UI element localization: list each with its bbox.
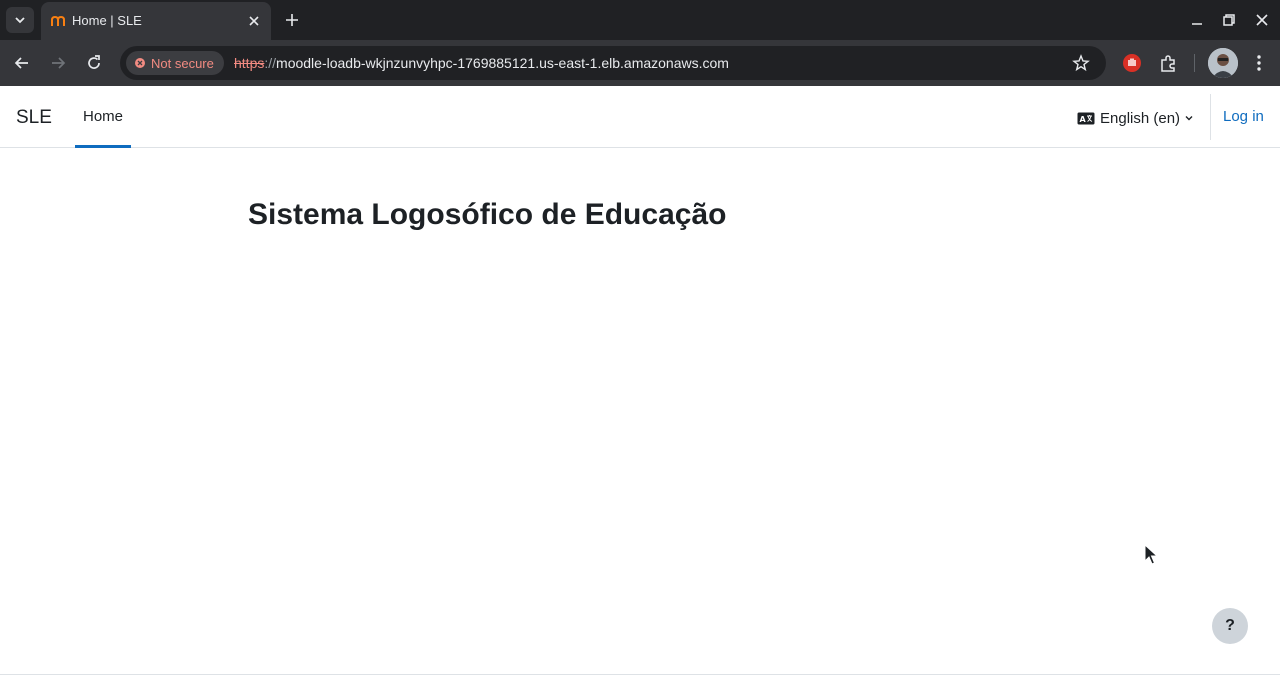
address-bar[interactable]: Not secure https://moodle-loadb-wkjnzunv… bbox=[120, 46, 1106, 80]
browser-tab-active[interactable]: Home | SLE bbox=[41, 2, 271, 40]
window-close-icon[interactable] bbox=[1254, 12, 1270, 28]
not-secure-icon bbox=[135, 58, 145, 68]
minimize-icon[interactable] bbox=[1189, 12, 1205, 28]
restore-icon[interactable] bbox=[1221, 12, 1237, 28]
extension-stop-hand-icon[interactable] bbox=[1121, 52, 1143, 74]
url-host: moodle-loadb-wkjnzunvyhpc-1769885121.us-… bbox=[276, 55, 729, 71]
login-link[interactable]: Log in bbox=[1223, 108, 1264, 125]
language-icon: A bbox=[1077, 112, 1095, 124]
profile-avatar[interactable] bbox=[1208, 48, 1238, 78]
language-label: English (en) bbox=[1100, 109, 1181, 127]
security-label: Not secure bbox=[151, 56, 214, 71]
url-text[interactable]: https://moodle-loadb-wkjnzunvyhpc-176988… bbox=[234, 55, 729, 71]
bookmark-star-icon[interactable] bbox=[1072, 54, 1090, 72]
tab-title: Home | SLE bbox=[72, 13, 142, 28]
site-navbar: SLE Home A English (en) Log in bbox=[0, 86, 1280, 148]
help-button-label: ? bbox=[1225, 617, 1235, 634]
page-viewport: SLE Home A English (en) Log in Sistema L… bbox=[0, 86, 1280, 676]
back-arrow-icon[interactable] bbox=[12, 53, 32, 73]
profile-photo-icon bbox=[1208, 48, 1238, 78]
extensions-puzzle-icon[interactable] bbox=[1157, 52, 1179, 74]
tab-search-button[interactable] bbox=[6, 7, 34, 33]
url-separator: :// bbox=[264, 55, 277, 71]
toolbar-divider bbox=[1194, 54, 1195, 72]
svg-text:A: A bbox=[1080, 115, 1087, 124]
new-tab-plus-icon[interactable] bbox=[283, 11, 301, 29]
browser-menu-icon[interactable] bbox=[1250, 53, 1268, 73]
language-menu[interactable]: A English (en) bbox=[1077, 108, 1195, 128]
reload-icon[interactable] bbox=[84, 53, 104, 73]
moodle-favicon-icon bbox=[51, 15, 65, 26]
close-icon[interactable] bbox=[246, 13, 262, 29]
footer-divider bbox=[0, 674, 1280, 675]
chevron-down-icon bbox=[1185, 116, 1193, 121]
mouse-cursor-icon bbox=[1144, 544, 1158, 565]
url-scheme: https bbox=[234, 55, 265, 71]
page-title: Sistema Logosófico de Educação bbox=[248, 198, 727, 231]
browser-toolbar: Not secure https://moodle-loadb-wkjnzunv… bbox=[0, 40, 1280, 86]
help-button[interactable]: ? bbox=[1212, 608, 1248, 644]
forward-arrow-icon[interactable] bbox=[48, 53, 68, 73]
site-brand[interactable]: SLE bbox=[16, 107, 52, 129]
nav-item-home[interactable]: Home bbox=[75, 86, 131, 148]
browser-tabstrip: Home | SLE bbox=[0, 0, 1280, 40]
security-chip[interactable]: Not secure bbox=[126, 51, 224, 75]
chevron-down-icon bbox=[15, 17, 25, 24]
navbar-divider bbox=[1210, 94, 1211, 140]
nav-home-label: Home bbox=[83, 108, 124, 125]
